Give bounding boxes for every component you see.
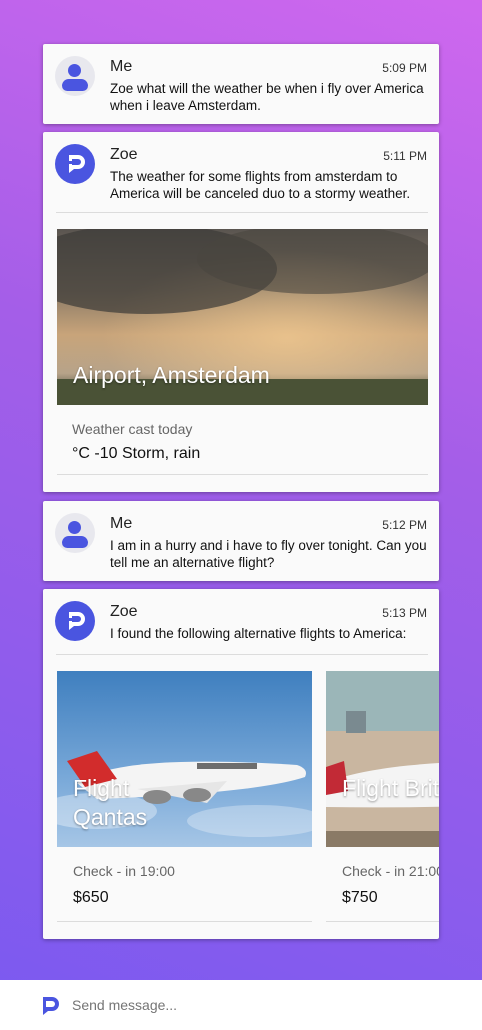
message-time: 5:09 PM [382,61,427,75]
flight-image: Flight Qantas [57,671,312,847]
message-time: 5:13 PM [382,606,427,620]
message-sender: Me [110,515,133,532]
weather-image[interactable]: Airport, Amsterdam [57,229,428,405]
flight-price: $650 [73,889,109,906]
message-card-bot: Zoe 5:13 PM I found the following altern… [43,589,439,939]
flight-image: Flight British Airways [326,671,439,847]
divider [56,212,428,213]
weather-label: Weather cast today [72,421,193,437]
message-sender: Me [110,58,133,75]
message-text: The weather for some flights from amster… [110,169,411,201]
divider [56,654,428,655]
flight-checkin: Check - in 21:00 [342,863,439,879]
flight-card[interactable]: Flight Qantas Check - in 19:00 $650 [57,671,312,931]
message-card-user: Me 5:12 PM I am in a hurry and i have to… [43,501,439,581]
user-avatar [55,513,95,553]
flight-title: Flight British Airways [342,775,439,801]
bot-logo-icon [43,997,59,1015]
message-text: I found the following alternative flight… [110,626,407,641]
flight-price: $750 [342,889,378,906]
weather-value: °C -10 Storm, rain [72,445,201,462]
user-avatar [55,56,95,96]
message-text: Zoe what will the weather be when i fly … [110,81,424,113]
message-card-user: Me 5:09 PM Zoe what will the weather be … [43,44,439,124]
message-time: 5:12 PM [382,518,427,532]
message-input[interactable] [72,997,452,1013]
message-composer [0,980,482,1030]
message-sender: Zoe [110,603,138,620]
flight-title: Flight Qantas [73,775,148,830]
divider [326,921,439,922]
divider [57,474,428,475]
weather-location: Airport, Amsterdam [73,362,270,388]
flight-card[interactable]: Flight British Airways Check - in 21:00 … [326,671,439,931]
message-text: I am in a hurry and i have to fly over t… [110,538,427,570]
message-sender: Zoe [110,146,138,163]
flight-checkin: Check - in 19:00 [73,863,175,879]
divider [57,921,312,922]
message-time: 5:11 PM [383,149,427,163]
bot-avatar-icon [55,601,95,641]
bot-avatar-icon [55,144,95,184]
message-card-bot: Zoe 5:11 PM The weather for some flights… [43,132,439,492]
